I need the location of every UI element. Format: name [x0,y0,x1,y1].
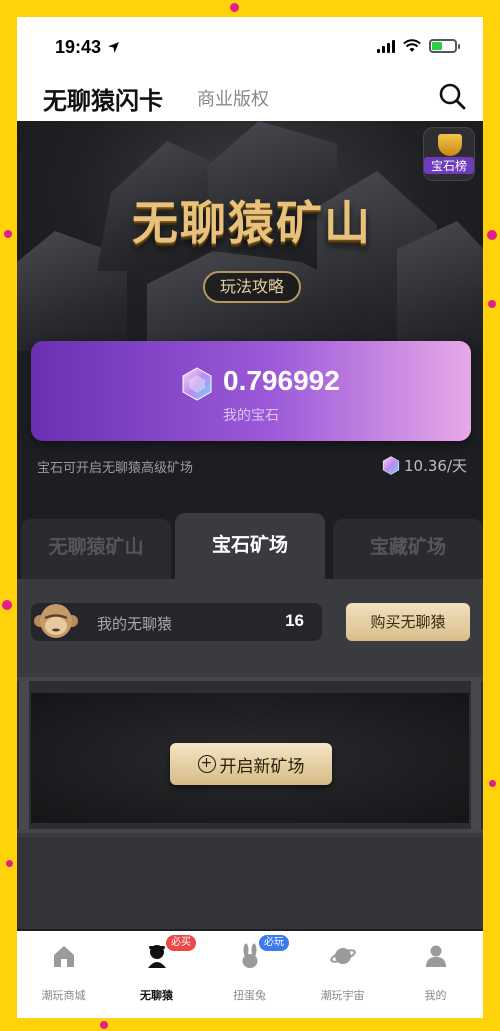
frame-dot [100,1021,108,1029]
nav-label-shop: 潮玩商城 [41,989,86,1002]
nav-item-gacha-rabbit[interactable]: 必玩 扭蛋兔 [203,931,296,1018]
gem-rate-value: 10.36/天 [404,457,467,475]
gem-balance-value: 0.796992 [223,365,340,396]
home-icon [54,946,74,967]
nav-item-ape[interactable]: 必买 无聊猿 [110,931,203,1018]
frame-dot [6,860,13,867]
planet-icon [330,948,356,964]
nav-label-ape: 无聊猿 [140,989,173,1002]
gem-balance-card: 0.796992 我的宝石 [31,341,471,441]
guide-button[interactable]: 玩法攻略 [203,271,301,303]
hero-banner: 无聊猿矿山 玩法攻略 宝石榜 [17,121,483,351]
gem-ranking-button[interactable]: 宝石榜 [423,127,475,181]
gem-small-icon [382,456,400,475]
app-screen: 19:43 无聊猿闪卡 商业版权 无聊猿矿山 玩法攻略 宝石榜 0.796992… [17,17,483,1018]
wifi-icon [403,39,421,52]
user-icon [426,945,446,967]
must-buy-badge: 必买 [166,935,196,951]
nav-item-shop[interactable]: 潮玩商城 [17,931,110,1018]
mine-tabs: 无聊猿矿山 宝石矿场 宝藏矿场 [17,513,483,579]
gem-balance-caption: 我的宝石 [223,408,279,424]
gem-info-row: 宝石可开启无聊猿高级矿场 10.36/天 [37,455,467,477]
bottom-nav: 潮玩商城 必买 无聊猿 必玩 扭蛋兔 潮玩宇宙 我的 [17,931,483,1018]
tab-treasure-mine[interactable]: 宝藏矿场 [333,519,483,579]
my-apes-count: 16 [285,611,304,630]
frame-dot [488,300,496,308]
trophy-icon [438,134,462,156]
buy-ape-button[interactable]: 购买无聊猿 [346,603,470,641]
frame-post [471,681,481,829]
app-title: 无聊猿闪卡 [43,87,163,115]
my-apes-label: 我的无聊猿 [97,615,173,633]
frame-dot [487,230,497,240]
nav-item-universe[interactable]: 潮玩宇宙 [296,931,389,1018]
tab-gem-mine[interactable]: 宝石矿场 [175,513,325,579]
plus-icon: + [197,755,216,773]
gem-rate: 10.36/天 [382,455,467,476]
status-time: 19:43 [55,37,120,58]
frame-dot [489,780,496,787]
frame-post [19,681,29,829]
gem-ranking-label: 宝石榜 [424,157,474,174]
tab-ape-mine[interactable]: 无聊猿矿山 [21,519,171,579]
my-apes-row: 我的无聊猿 16 [31,603,322,641]
nav-label-gacha-rabbit: 扭蛋兔 [233,989,266,1002]
frame-dot [2,600,12,610]
location-arrow-icon [108,42,119,53]
frame-dot [230,3,239,12]
open-new-mine-button[interactable]: + 开启新矿场 [170,743,332,785]
panel-footer [17,837,483,929]
status-icons [377,39,460,53]
hero-title: 无聊猿矿山 [132,196,372,250]
must-play-badge: 必玩 [259,935,289,951]
nav-label-universe: 潮玩宇宙 [320,989,365,1002]
signal-icon [377,39,395,53]
gem-icon [182,367,212,401]
nav-item-profile[interactable]: 我的 [389,931,482,1018]
gem-description: 宝石可开启无聊猿高级矿场 [37,461,194,476]
tab-commercial-rights[interactable]: 商业版权 [197,85,269,111]
ape-avatar-icon [34,604,78,638]
search-icon[interactable] [437,81,467,111]
battery-icon [429,39,460,53]
frame-dot [4,230,12,238]
nav-label-profile: 我的 [424,989,447,1002]
open-new-mine-label: 开启新矿场 [219,756,305,777]
